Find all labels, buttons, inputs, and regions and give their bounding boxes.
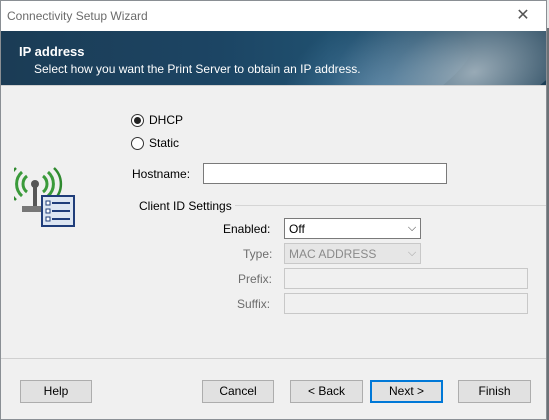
next-button[interactable]: Next >: [370, 380, 443, 403]
client-id-group-divider: [235, 205, 546, 206]
client-id-group-label: Client ID Settings: [139, 199, 232, 213]
hostname-input[interactable]: [203, 163, 447, 184]
static-radio[interactable]: [131, 136, 144, 150]
help-button[interactable]: Help: [20, 380, 92, 403]
dhcp-radio-option[interactable]: DHCP: [131, 113, 183, 127]
dhcp-label: DHCP: [149, 113, 184, 127]
title-bar: Connectivity Setup Wizard ✕: [1, 1, 546, 31]
suffix-label: Suffix:: [237, 297, 271, 311]
static-radio-option[interactable]: Static: [131, 136, 179, 150]
enabled-dropdown[interactable]: Off ⌵: [284, 218, 421, 239]
banner-highlight: [268, 31, 546, 85]
chevron-down-icon: ⌵: [407, 222, 417, 234]
header-banner: IP address Select how you want the Print…: [1, 31, 546, 85]
page-title: IP address: [19, 44, 85, 59]
suffix-input[interactable]: [284, 293, 528, 314]
cancel-button[interactable]: Cancel: [202, 380, 274, 403]
footer-divider: [1, 358, 546, 359]
type-label: Type:: [243, 247, 273, 261]
static-label: Static: [149, 136, 180, 150]
enabled-label: Enabled:: [223, 222, 271, 236]
type-dropdown[interactable]: MAC ADDRESS ⌵: [284, 243, 421, 264]
prefix-label: Prefix:: [238, 272, 273, 286]
chevron-down-icon: ⌵: [407, 247, 417, 259]
dhcp-radio[interactable]: [131, 113, 144, 127]
prefix-input[interactable]: [284, 268, 528, 289]
hostname-label: Hostname:: [132, 167, 191, 181]
type-value: MAC ADDRESS: [289, 246, 377, 261]
connectivity-setup-wizard-dialog: Connectivity Setup Wizard ✕ IP address S…: [0, 0, 547, 420]
finish-button[interactable]: Finish: [458, 380, 531, 403]
header-divider: [1, 85, 546, 86]
back-button[interactable]: < Back: [290, 380, 363, 403]
close-icon: ✕: [516, 7, 530, 24]
close-button[interactable]: ✕: [506, 5, 540, 27]
window-title: Connectivity Setup Wizard: [7, 9, 148, 23]
page-subtitle: Select how you want the Print Server to …: [34, 62, 361, 76]
wireless-network-settings-icon: [7, 166, 80, 228]
enabled-value: Off: [289, 221, 305, 236]
